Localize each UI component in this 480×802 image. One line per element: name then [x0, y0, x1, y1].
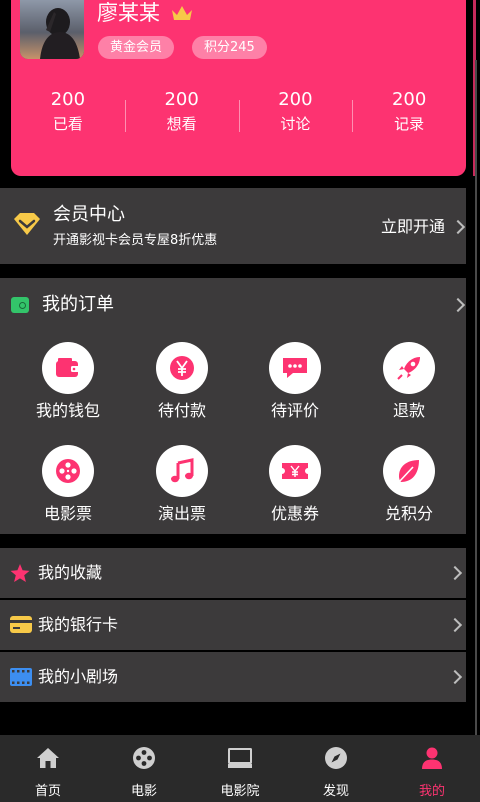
film-reel-icon: [42, 445, 94, 497]
order-item-coupon[interactable]: 优惠券: [240, 445, 350, 525]
order-item-label: 待付款: [157, 401, 206, 420]
stat-discuss[interactable]: 200 讨论: [238, 88, 353, 140]
order-item-wallet[interactable]: 我的钱包: [13, 342, 123, 422]
home-icon: [0, 745, 96, 771]
tab-mine[interactable]: 我的: [384, 735, 480, 802]
order-item-label: 电影票: [43, 504, 92, 523]
order-item-movie-ticket[interactable]: 电影票: [13, 445, 123, 525]
music-note-icon: [156, 445, 208, 497]
stat-want[interactable]: 200 想看: [124, 88, 239, 140]
bank-card-icon: [10, 616, 32, 633]
stat-label: 记录: [394, 115, 425, 133]
stat-number: 200: [50, 89, 86, 110]
vip-title: 会员中心: [53, 204, 125, 225]
tab-label: 首页: [34, 784, 61, 799]
stats-wrapper: 200 已看 200 想看 200 讨论 200 记录: [11, 0, 466, 176]
leaf-icon: [383, 445, 435, 497]
coupon-icon: [269, 445, 321, 497]
order-item-show-ticket[interactable]: 演出票: [127, 445, 237, 525]
order-item-label: 优惠券: [270, 504, 319, 523]
chevron-right-icon: [447, 617, 463, 633]
compass-icon: [288, 745, 384, 771]
diamond-icon: [14, 213, 40, 235]
cinema-icon: [192, 745, 288, 771]
scrollbar-track[interactable]: [475, 60, 477, 760]
order-item-refund[interactable]: 退款: [354, 342, 464, 422]
tab-cinemas[interactable]: 电影院: [192, 735, 288, 802]
list-label: 我的收藏: [38, 563, 103, 582]
order-item-label: 演出票: [157, 504, 206, 523]
list-label: 我的银行卡: [38, 615, 119, 634]
stat-number: 200: [391, 89, 427, 110]
stat-label: 已看: [52, 115, 83, 133]
list-row-bank-card[interactable]: 我的银行卡: [0, 600, 466, 650]
stat-records[interactable]: 200 记录: [352, 88, 466, 140]
list-row-theater[interactable]: 我的小剧场: [0, 652, 466, 702]
vip-open-button[interactable]: 立即开通: [381, 216, 445, 238]
stat-label: 想看: [166, 115, 197, 133]
wallet-icon: [42, 342, 94, 394]
stat-number: 200: [278, 89, 313, 110]
tab-label: 电影院: [220, 784, 260, 799]
tab-label: 我的: [418, 784, 445, 799]
film-reel-icon: [96, 745, 192, 771]
stat-number: 200: [164, 89, 199, 110]
orders-title[interactable]: 我的订单: [42, 294, 114, 316]
rocket-icon: [383, 342, 435, 394]
list-row-favorites[interactable]: 我的收藏: [0, 548, 466, 598]
yen-icon: [156, 342, 208, 394]
chevron-right-icon: [447, 565, 463, 581]
order-item-pending-payment[interactable]: 待付款: [127, 342, 237, 422]
tab-movies[interactable]: 电影: [96, 735, 192, 802]
film-strip-icon: [10, 668, 32, 686]
tab-discover[interactable]: 发现: [288, 735, 384, 802]
order-item-redeem-points[interactable]: 兑积分: [354, 445, 464, 525]
tab-home[interactable]: 首页: [0, 735, 96, 802]
tab-label: 电影: [130, 784, 157, 799]
bottom-tab-bar: 首页 电影 电影院 发现 我的: [0, 735, 480, 802]
order-item-label: 我的钱包: [35, 401, 100, 420]
comment-icon: [269, 342, 321, 394]
tab-label: 发现: [322, 784, 349, 799]
vip-subtitle: 开通影视卡会员专屋8折优惠: [53, 233, 218, 248]
stats-row: 200 已看 200 想看 200 讨论 200 记录: [11, 88, 466, 140]
order-item-label: 退款: [392, 401, 425, 420]
order-item-label: 兑积分: [384, 504, 433, 523]
chevron-right-icon: [447, 669, 463, 685]
wallet-small-icon: [11, 297, 29, 313]
stat-label: 讨论: [280, 115, 311, 133]
list-label: 我的小剧场: [38, 667, 119, 686]
order-item-pending-review[interactable]: 待评价: [240, 342, 350, 422]
order-item-label: 待评价: [270, 401, 319, 420]
star-icon: [10, 564, 30, 582]
user-icon: [384, 745, 480, 771]
stat-watched[interactable]: 200 已看: [11, 88, 125, 140]
